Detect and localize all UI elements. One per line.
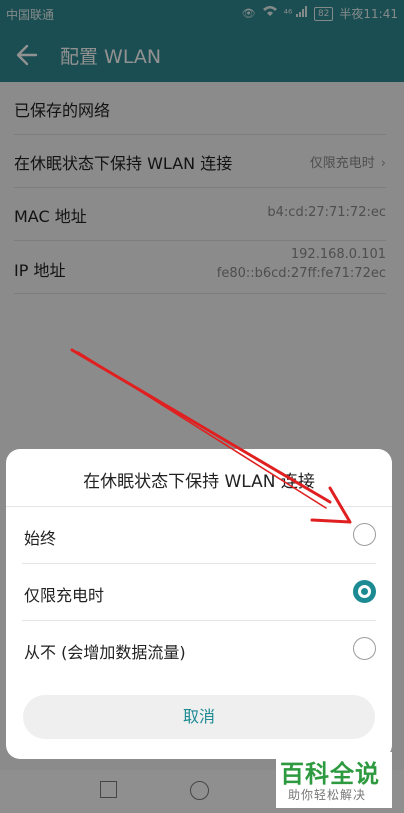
option-label: 始终 xyxy=(24,529,57,548)
cancel-button[interactable]: 取消 xyxy=(23,695,375,739)
watermark-brand: 百科全说 xyxy=(280,760,380,788)
option-charging-only[interactable]: 仅限充电时 xyxy=(22,564,376,621)
sleep-policy-dialog: 在休眠状态下保持 WLAN 连接 始终 仅限充电时 从不 (会增加数据流量) 取… xyxy=(6,449,392,759)
option-always[interactable]: 始终 xyxy=(22,507,376,564)
watermark-tagline: 助你轻松解决 xyxy=(288,788,367,802)
dialog-title: 在休眠状态下保持 WLAN 连接 xyxy=(83,472,315,492)
radio-button[interactable] xyxy=(353,637,376,660)
option-label: 从不 (会增加数据流量) xyxy=(24,643,186,662)
watermark-logo: 百科全说 助你轻松解决 xyxy=(276,752,392,808)
radio-button-selected[interactable] xyxy=(353,580,376,603)
option-never[interactable]: 从不 (会增加数据流量) xyxy=(22,621,376,678)
option-label: 仅限充电时 xyxy=(24,586,105,605)
radio-button[interactable] xyxy=(353,523,376,546)
